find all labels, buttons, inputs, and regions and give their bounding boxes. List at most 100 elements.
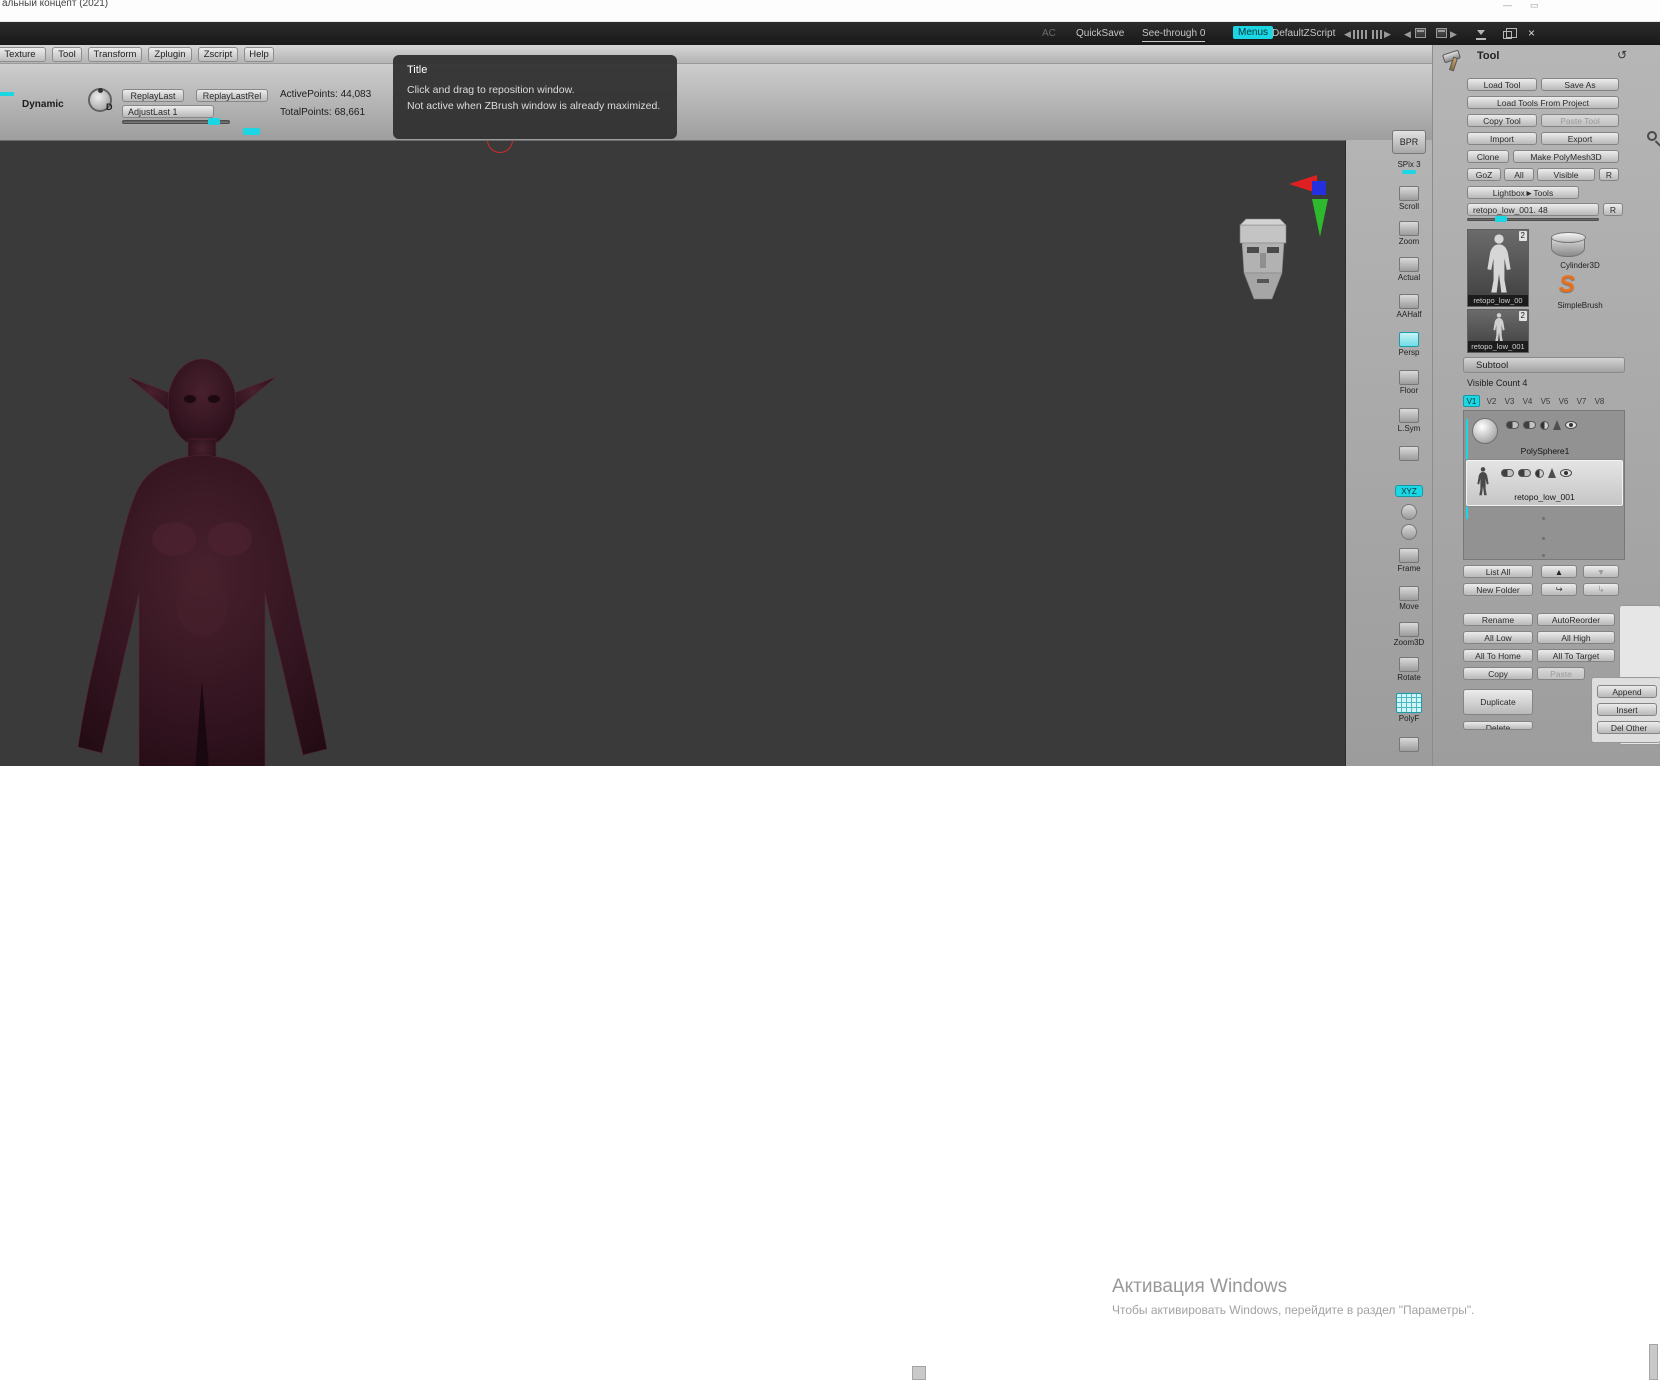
rename-button[interactable]: Rename: [1463, 613, 1533, 626]
floor-button[interactable]: Floor: [1390, 370, 1428, 395]
subtool-tab-v5[interactable]: V5: [1537, 395, 1554, 407]
menu-texture[interactable]: Texture: [0, 47, 46, 62]
subtool-copy-button[interactable]: Copy: [1463, 667, 1533, 680]
replay-last-rel-button[interactable]: ReplayLastRel: [196, 89, 268, 102]
subtool-item-polysphere[interactable]: PolySphere1: [1468, 414, 1622, 458]
lightbox-tools-button[interactable]: Lightbox►Tools: [1467, 186, 1579, 199]
transp-button[interactable]: [1390, 737, 1428, 752]
scroll-right-icon[interactable]: ▶: [1372, 29, 1391, 40]
uv-toggle-icon[interactable]: [1523, 421, 1536, 429]
replay-last-button[interactable]: ReplayLast: [122, 89, 184, 102]
move-to-folder-button[interactable]: ↪: [1541, 583, 1577, 596]
cylinder3d-icon[interactable]: [1551, 232, 1586, 257]
save-as-button[interactable]: Save As: [1541, 78, 1619, 91]
default-zscript-button[interactable]: DefaultZScript: [1272, 28, 1335, 39]
window-layout-icon[interactable]: [1415, 28, 1426, 38]
goz-r-button[interactable]: R: [1599, 168, 1619, 181]
dock-left-icon[interactable]: ◀: [1404, 29, 1411, 40]
new-folder-button[interactable]: New Folder: [1463, 583, 1533, 596]
axis-y-arrow-icon[interactable]: [1312, 199, 1328, 245]
polypaint-toggle-icon[interactable]: [1506, 421, 1519, 429]
scroll-button[interactable]: Scroll: [1390, 186, 1428, 211]
subtool-tab-v8[interactable]: V8: [1591, 395, 1608, 407]
simplebrush-icon[interactable]: S: [1559, 271, 1575, 299]
menu-tool[interactable]: Tool: [52, 47, 82, 62]
rotate-button[interactable]: Rotate: [1390, 657, 1428, 682]
subtool-tab-v4[interactable]: V4: [1519, 395, 1536, 407]
move-button[interactable]: Move: [1390, 586, 1428, 611]
polyf-button[interactable]: PolyF: [1390, 693, 1428, 723]
scrollbar-fragment[interactable]: [912, 1366, 926, 1380]
spix-slider[interactable]: SPix 3: [1390, 160, 1428, 174]
minimize-shelf-icon[interactable]: [1476, 30, 1486, 40]
export-button[interactable]: Export: [1541, 132, 1619, 145]
clone-button[interactable]: Clone: [1467, 150, 1509, 163]
frame-button[interactable]: Frame: [1390, 548, 1428, 573]
menu-zplugin[interactable]: Zplugin: [148, 47, 192, 62]
sym-radial-button[interactable]: [1390, 504, 1428, 520]
all-low-button[interactable]: All Low: [1463, 631, 1533, 644]
bpr-button[interactable]: BPR: [1390, 130, 1428, 154]
subtool-up-button[interactable]: ▲: [1541, 565, 1577, 578]
append-button[interactable]: Append: [1597, 685, 1657, 698]
import-button[interactable]: Import: [1467, 132, 1537, 145]
sym-mirror-button[interactable]: [1390, 524, 1428, 540]
adjust-last-slider[interactable]: AdjustLast 1: [122, 105, 214, 118]
brush-toggle-icon[interactable]: [1553, 420, 1561, 430]
close-window-icon[interactable]: ×: [1528, 26, 1535, 40]
tool-thumbnail-other[interactable]: 2 retopo_low_001: [1467, 309, 1529, 353]
sculpt-model[interactable]: [52, 353, 352, 766]
head-model[interactable]: [1236, 217, 1290, 305]
subtool-tab-v7[interactable]: V7: [1573, 395, 1590, 407]
load-tool-button[interactable]: Load Tool: [1467, 78, 1537, 91]
tool-item-r-button[interactable]: R: [1603, 203, 1623, 216]
visible-count-slider[interactable]: Visible Count 4: [1467, 378, 1567, 388]
goz-all-button[interactable]: All: [1504, 168, 1534, 181]
zoom3d-button[interactable]: Zoom3D: [1390, 622, 1428, 647]
insert-button[interactable]: Insert: [1597, 703, 1657, 716]
subtool-tab-v1[interactable]: V1: [1463, 395, 1480, 407]
all-to-home-button[interactable]: All To Home: [1463, 649, 1533, 662]
os-minimize-icon[interactable]: —: [1503, 0, 1512, 10]
local-button[interactable]: [1390, 446, 1428, 461]
shade-toggle-icon[interactable]: [1540, 420, 1549, 430]
window-layout2-icon[interactable]: [1436, 28, 1447, 38]
goz-visible-button[interactable]: Visible: [1537, 168, 1595, 181]
os-maximize-icon[interactable]: ▭: [1530, 0, 1539, 11]
menu-zscript[interactable]: Zscript: [198, 47, 238, 62]
restore-window-icon[interactable]: [1503, 28, 1517, 39]
corner-scrollbar-fragment[interactable]: [1649, 1344, 1658, 1380]
visibility-eye-icon[interactable]: [1560, 469, 1572, 477]
draw-size-slider-handle[interactable]: [0, 92, 14, 96]
shade-toggle-icon[interactable]: [1535, 468, 1544, 478]
visibility-eye-icon[interactable]: [1565, 421, 1577, 429]
subtool-header[interactable]: Subtool: [1463, 357, 1625, 373]
delete-button[interactable]: Delete: [1463, 721, 1533, 730]
palette-reset-icon[interactable]: ↺: [1617, 48, 1627, 62]
subtool-tab-v3[interactable]: V3: [1501, 395, 1518, 407]
tool-item-slider[interactable]: retopo_low_001. 48: [1467, 203, 1599, 216]
goz-button[interactable]: GoZ: [1467, 168, 1501, 181]
subtool-down-button[interactable]: ▼: [1583, 565, 1619, 578]
scroll-left-icon[interactable]: ◀: [1344, 29, 1367, 40]
lsym-button[interactable]: L.Sym: [1390, 408, 1428, 433]
tool-item-handle[interactable]: [1495, 216, 1507, 222]
polypaint-toggle-icon[interactable]: [1501, 469, 1514, 477]
menu-help[interactable]: Help: [244, 47, 274, 62]
all-to-target-button[interactable]: All To Target: [1537, 649, 1615, 662]
duplicate-button[interactable]: Duplicate: [1463, 689, 1533, 715]
subtool-item-selected[interactable]: retopo_low_001: [1466, 460, 1623, 506]
move-out-folder-button[interactable]: ↳: [1583, 583, 1619, 596]
document-canvas[interactable]: [0, 140, 1346, 766]
tool-thumbnail-current[interactable]: 2 retopo_low_00: [1467, 229, 1529, 307]
dynamic-label[interactable]: Dynamic: [22, 99, 64, 110]
brush-toggle-icon[interactable]: [1548, 468, 1556, 478]
see-through-slider[interactable]: See-through 0: [1142, 28, 1206, 42]
xyz-button[interactable]: XYZ: [1390, 485, 1428, 497]
menus-toggle-button[interactable]: Menus: [1233, 26, 1274, 39]
actual-button[interactable]: Actual: [1390, 257, 1428, 282]
make-polymesh3d-button[interactable]: Make PolyMesh3D: [1513, 150, 1619, 163]
persp-button[interactable]: Persp: [1390, 332, 1428, 357]
shelf-slider-handle[interactable]: [243, 128, 260, 135]
all-high-button[interactable]: All High: [1537, 631, 1615, 644]
